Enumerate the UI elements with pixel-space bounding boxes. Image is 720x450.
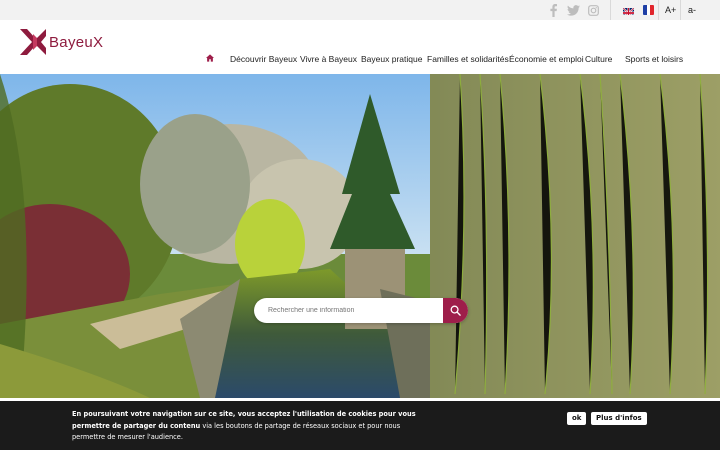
cookie-message: En poursuivant votre navigation sur ce s… (72, 409, 422, 444)
nav-item-culture[interactable]: Culture (585, 53, 612, 65)
utility-bar: A+ a- (0, 0, 720, 20)
nav-item-familles[interactable]: Familles et solidarités (427, 53, 509, 65)
nav-item-decouvrir[interactable]: Découvrir Bayeux (230, 53, 297, 65)
nav-item-pratique[interactable]: Bayeux pratique (361, 53, 422, 65)
nav-item-vivre[interactable]: Vivre à Bayeux (300, 53, 357, 65)
divider (658, 0, 659, 20)
facebook-icon[interactable] (547, 3, 559, 17)
logo-text: BayeuX (49, 33, 104, 51)
main-nav: Découvrir Bayeux Vivre à Bayeux Bayeux p… (0, 53, 720, 65)
font-decrease-button[interactable]: a- (688, 3, 696, 17)
search-bar (254, 298, 468, 323)
river-scene-illustration (0, 74, 720, 398)
french-flag-icon[interactable] (643, 5, 654, 15)
cookie-banner: En poursuivant votre navigation sur ce s… (0, 401, 720, 450)
search-icon (450, 305, 461, 316)
instagram-icon[interactable] (587, 3, 599, 17)
divider (610, 0, 611, 20)
logo-mark-icon (20, 29, 46, 55)
search-button[interactable] (443, 298, 468, 323)
search-input[interactable] (268, 298, 438, 323)
english-flag-icon[interactable] (623, 5, 634, 15)
site-logo[interactable]: BayeuX (19, 28, 103, 56)
cookie-ok-button[interactable]: ok (567, 412, 587, 425)
nav-item-economie[interactable]: Économie et emploi (509, 53, 584, 65)
nav-item-sports[interactable]: Sports et loisirs (625, 53, 683, 65)
site-header: BayeuX Découvrir Bayeux Vivre à Bayeux B… (0, 20, 720, 74)
font-increase-button[interactable]: A+ (665, 3, 676, 17)
hero-image (0, 74, 720, 398)
divider (680, 0, 681, 20)
twitter-icon[interactable] (566, 3, 580, 17)
cookie-more-info-button[interactable]: Plus d'infos (591, 412, 647, 425)
